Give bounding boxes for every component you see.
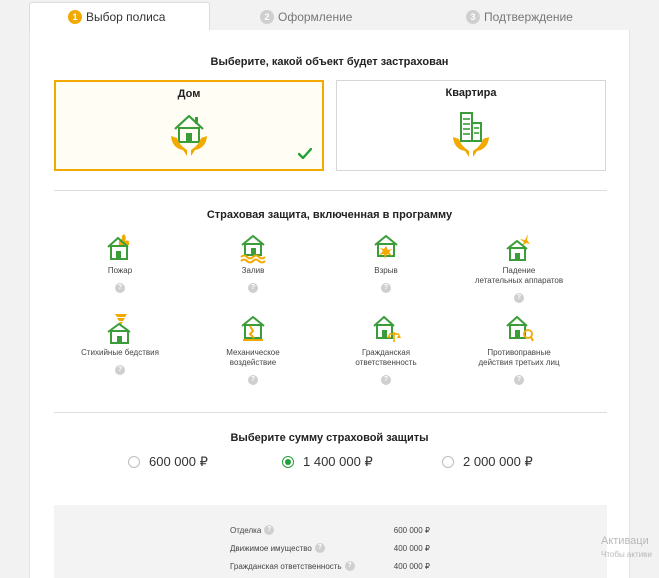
- risk-label: Залив: [241, 266, 265, 275]
- house-damage-icon: [241, 315, 265, 341]
- activation-watermark: Активаци Чтобы активи: [601, 535, 652, 561]
- sum-option-600000[interactable]: 600 000 ₽: [128, 454, 208, 470]
- risk-liability: Гражданская ответственность ?: [326, 312, 446, 386]
- help-icon[interactable]: ?: [314, 543, 325, 553]
- risk-label: Пожар: [107, 266, 133, 275]
- object-option-label: Дом: [177, 88, 201, 100]
- coverage-summary: Отделка ? 600 000 ₽ Движимое имущество ?…: [54, 505, 607, 578]
- house-flood-icon: [240, 234, 266, 264]
- sum-option-label: 2 000 000 ₽: [463, 454, 533, 469]
- tab-confirmation[interactable]: 3 Подтверждение: [466, 2, 573, 31]
- radio-button[interactable]: [282, 456, 294, 468]
- house-liability-icon: [373, 315, 401, 342]
- risk-label: Механическое: [226, 348, 280, 357]
- tab-label: Подтверждение: [484, 9, 573, 24]
- policy-panel: Выберите, какой объект будет застрахован…: [29, 30, 630, 578]
- help-icon[interactable]: ?: [248, 283, 258, 293]
- protection-section-title: Страховая защита, включенная в программу: [206, 209, 453, 221]
- sum-option-label: 600 000 ₽: [149, 454, 208, 469]
- radio-button[interactable]: [128, 456, 140, 468]
- house-fire-icon: [107, 234, 130, 260]
- object-option-house[interactable]: Дом: [54, 80, 324, 171]
- object-option-label: Квартира: [445, 87, 497, 99]
- sum-option-2000000[interactable]: 2 000 000 ₽: [442, 454, 533, 470]
- sum-option-1400000[interactable]: 1 400 000 ₽: [282, 454, 373, 470]
- radio-button[interactable]: [442, 456, 454, 468]
- step-number-badge: 1: [68, 10, 82, 24]
- risk-label: Противоправные: [487, 348, 551, 357]
- risk-explosion: Взрыв ?: [326, 232, 446, 294]
- tab-policy-choice[interactable]: 1 Выбор полиса: [29, 2, 211, 31]
- risk-natural-disasters: Стихийные бедствия ?: [60, 312, 180, 376]
- house-aircraft-icon: [506, 234, 530, 261]
- section-divider: [54, 190, 607, 191]
- sum-section-title: Выберите сумму страховой защиты: [230, 432, 429, 444]
- watermark-line1: Активаци: [601, 535, 649, 547]
- object-option-apartment[interactable]: Квартира: [336, 80, 606, 171]
- risk-mechanical: Механическое воздействие ?: [193, 312, 313, 386]
- summary-label: Гражданская ответственность: [230, 561, 342, 571]
- summary-label: Движимое имущество: [230, 543, 312, 553]
- house-explosion-icon: [374, 234, 398, 259]
- step-number-badge: 2: [260, 9, 274, 24]
- summary-amount: 600 000 ₽: [393, 525, 430, 535]
- risk-label-line2: ответственность: [355, 358, 417, 367]
- tab-registration[interactable]: 2 Оформление: [260, 2, 352, 31]
- risk-third-party: Противоправные действия третьих лиц ?: [459, 312, 579, 386]
- sum-option-label: 1 400 000 ₽: [303, 454, 373, 469]
- risk-label: Гражданская: [361, 348, 411, 357]
- risk-label: Падение: [502, 266, 536, 275]
- section-divider: [54, 412, 607, 413]
- summary-label: Отделка: [230, 525, 262, 535]
- risk-label: Взрыв: [374, 266, 398, 275]
- risk-flood: Залив ?: [193, 232, 313, 294]
- steps-tabs: 1 Выбор полиса 2 Оформление 3 Подтвержде…: [29, 0, 630, 31]
- house-tornado-icon: [107, 314, 131, 344]
- help-icon[interactable]: ?: [514, 293, 524, 303]
- help-icon[interactable]: ?: [344, 561, 355, 571]
- house-theft-icon: [506, 315, 534, 342]
- help-icon[interactable]: ?: [514, 375, 524, 385]
- summary-amount: 400 000 ₽: [393, 561, 430, 571]
- summary-row: Отделка ? 600 000 ₽: [230, 525, 430, 535]
- tab-label: Оформление: [278, 9, 353, 24]
- tab-label: Выбор полиса: [86, 10, 166, 24]
- risk-fire: Пожар ?: [60, 232, 180, 294]
- house-in-hands-icon: [171, 114, 207, 156]
- watermark-line2: Чтобы активи: [601, 550, 652, 559]
- check-icon: [298, 148, 312, 159]
- summary-row: Гражданская ответственность ? 400 000 ₽: [230, 561, 430, 571]
- risk-aircraft: Падение летательных аппаратов ?: [459, 232, 579, 304]
- risk-label-line2: действия третьих лиц: [478, 358, 560, 367]
- help-icon[interactable]: ?: [115, 365, 125, 375]
- help-icon[interactable]: ?: [115, 283, 125, 293]
- help-icon[interactable]: ?: [248, 375, 258, 385]
- help-icon[interactable]: ?: [381, 375, 391, 385]
- summary-row: Движимое имущество ? 400 000 ₽: [230, 543, 430, 553]
- risk-label-line2: летательных аппаратов: [474, 276, 564, 285]
- help-icon[interactable]: ?: [264, 525, 275, 535]
- help-icon[interactable]: ?: [381, 283, 391, 293]
- object-section-title: Выберите, какой объект будет застрахован: [210, 56, 449, 68]
- risk-label: Стихийные бедствия: [81, 348, 159, 357]
- summary-amount: 400 000 ₽: [393, 543, 430, 553]
- step-number-badge: 3: [466, 9, 480, 24]
- risk-label-line2: воздействие: [229, 358, 277, 367]
- apartment-in-hands-icon: [453, 112, 489, 157]
